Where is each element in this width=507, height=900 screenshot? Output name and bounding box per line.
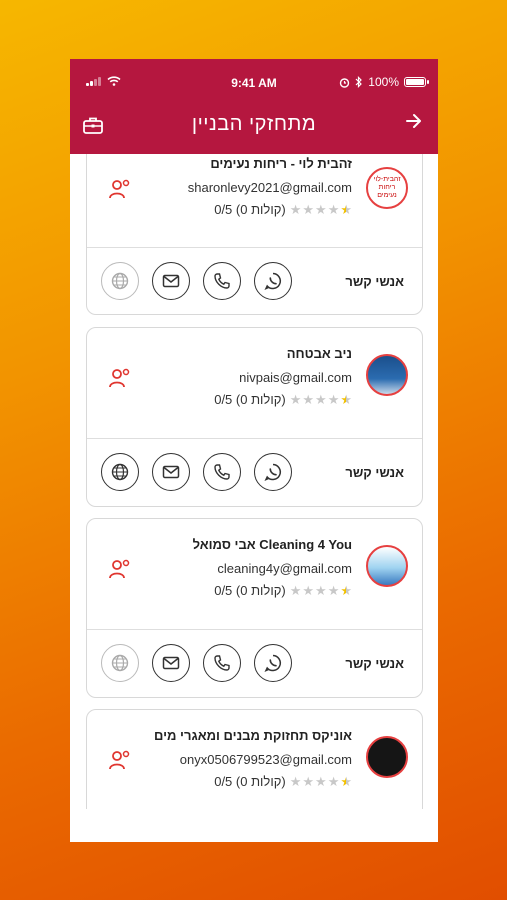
rating: 0/5 (0 קולות) ★ ★ ★ ★ ★ — [214, 774, 352, 789]
phone-icon — [214, 273, 230, 289]
bluetooth-icon — [355, 76, 363, 88]
rating-stars[interactable]: ★ ★ ★ ★ ★ — [290, 393, 352, 406]
alarm-icon — [340, 77, 350, 88]
whatsapp-button[interactable] — [254, 453, 292, 491]
maintainer-name: ניב אבטחה — [286, 346, 352, 361]
contacts-label: אנשי קשר — [345, 465, 404, 480]
mail-icon — [162, 656, 180, 670]
maintainer-card[interactable]: ניב אבטחה nivpais@gmail.com 0/5 (0 קולות… — [86, 327, 423, 507]
rating-stars[interactable]: ★ ★ ★ ★ ★ — [290, 584, 352, 597]
rating-text: 0/5 (0 קולות) — [214, 583, 286, 598]
company-logo: זהבית-לוי ריחות נעימים — [366, 167, 408, 209]
email-button[interactable] — [152, 644, 190, 682]
website-button[interactable] — [101, 262, 139, 300]
whatsapp-icon — [264, 654, 282, 672]
contacts-label: אנשי קשר — [345, 656, 404, 671]
battery-percent: 100% — [368, 75, 399, 89]
person-gear-icon[interactable] — [107, 177, 131, 201]
maintainer-email[interactable]: onyx0506799523@gmail.com — [180, 752, 352, 767]
maintainer-name: אוניקס תחזוקת מבנים ומאגרי מים — [153, 728, 352, 743]
app-header: 9:41 AM 100% מתחזקי הבניין — [70, 59, 438, 154]
phone-button[interactable] — [203, 262, 241, 300]
battery-icon — [404, 77, 429, 87]
whatsapp-icon — [264, 463, 282, 481]
logo-text: זהבית-לוי ריחות נעימים — [373, 176, 401, 199]
rating: 0/5 (0 קולות) ★ ★ ★ ★ ★ — [214, 392, 352, 407]
email-button[interactable] — [152, 453, 190, 491]
company-logo — [366, 545, 408, 587]
whatsapp-button[interactable] — [254, 644, 292, 682]
maintainer-email[interactable]: cleaning4y@gmail.com — [217, 561, 352, 576]
contacts-row: אנשי קשר — [87, 248, 422, 316]
maintainer-card[interactable]: אבי סמואל Cleaning 4 You cleaning4y@gmai… — [86, 518, 423, 698]
phone-button[interactable] — [203, 453, 241, 491]
company-logo — [366, 736, 408, 778]
rating-stars[interactable]: ★ ★ ★ ★ ★ — [290, 203, 352, 216]
rating: 0/5 (0 קולות) ★ ★ ★ ★ ★ — [214, 202, 352, 217]
status-right: 100% — [339, 75, 429, 89]
nav-bar: מתחזקי הבניין — [70, 107, 438, 143]
globe-icon — [111, 654, 129, 672]
email-button[interactable] — [152, 262, 190, 300]
website-button[interactable] — [101, 644, 139, 682]
globe-icon — [111, 272, 129, 290]
rating: 0/5 (0 קולות) ★ ★ ★ ★ ★ — [214, 583, 352, 598]
rating-text: 0/5 (0 קולות) — [214, 392, 286, 407]
status-bar: 9:41 AM 100% — [70, 73, 438, 93]
mail-icon — [162, 465, 180, 479]
mail-icon — [162, 274, 180, 288]
phone-screen: 9:41 AM 100% מתחזקי הבניין זהבית-לוי ריח… — [70, 59, 438, 842]
maintainers-list: זהבית-לוי ריחות נעימים זהבית לוי - ריחות… — [70, 154, 438, 809]
page-title: מתחזקי הבניין — [191, 113, 317, 135]
globe-icon — [111, 463, 129, 481]
maintainer-name: זהבית לוי - ריחות נעימים — [210, 156, 352, 171]
rating-stars[interactable]: ★ ★ ★ ★ ★ — [290, 775, 352, 788]
person-gear-icon[interactable] — [107, 748, 131, 772]
contacts-row: אנשי קשר — [87, 630, 422, 698]
person-gear-icon[interactable] — [107, 366, 131, 390]
contacts-label: אנשי קשר — [345, 274, 404, 289]
contacts-row: אנשי קשר — [87, 439, 422, 507]
phone-icon — [214, 655, 230, 671]
maintainer-card[interactable]: זהבית-לוי ריחות נעימים זהבית לוי - ריחות… — [86, 154, 423, 315]
whatsapp-button[interactable] — [254, 262, 292, 300]
maintainer-name: אבי סמואל Cleaning 4 You — [192, 537, 352, 552]
whatsapp-icon — [264, 272, 282, 290]
arrow-right-icon[interactable] — [404, 111, 424, 131]
phone-icon — [214, 464, 230, 480]
rating-text: 0/5 (0 קולות) — [214, 202, 286, 217]
website-button[interactable] — [101, 453, 139, 491]
rating-text: 0/5 (0 קולות) — [214, 774, 286, 789]
company-logo — [366, 354, 408, 396]
person-gear-icon[interactable] — [107, 557, 131, 581]
maintainer-card[interactable]: אוניקס תחזוקת מבנים ומאגרי מים onyx05067… — [86, 709, 423, 809]
maintainer-email[interactable]: sharonlevy2021@gmail.com — [188, 180, 352, 195]
maintainer-email[interactable]: nivpais@gmail.com — [239, 370, 352, 385]
phone-button[interactable] — [203, 644, 241, 682]
